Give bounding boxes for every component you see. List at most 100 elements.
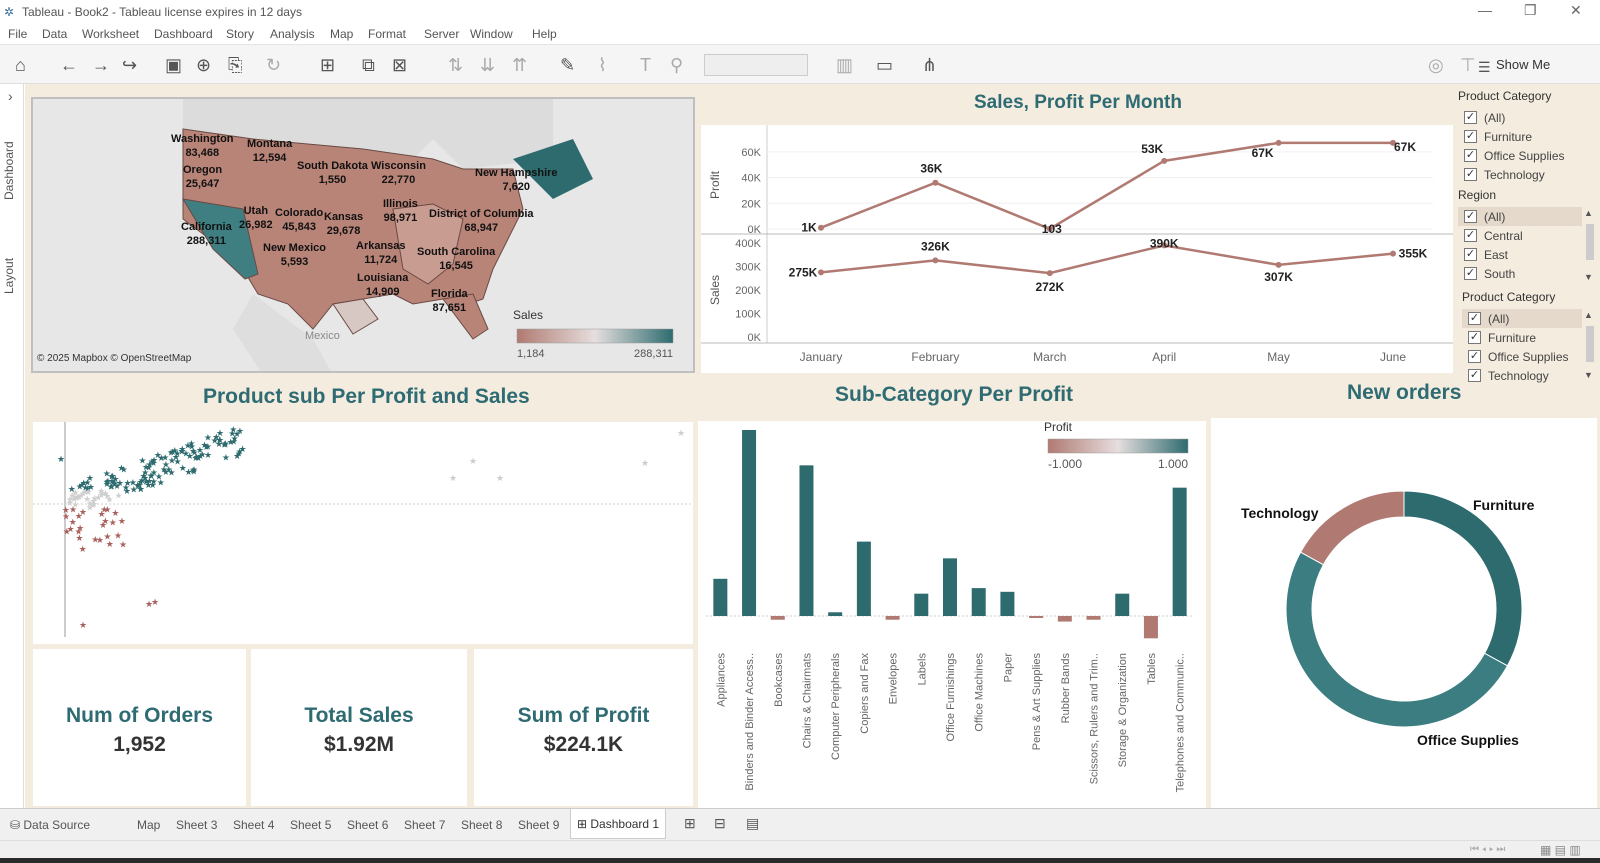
pin-icon[interactable]: ⚲ bbox=[670, 55, 683, 75]
filter-category2-office-supplies[interactable]: ✓ Office Supplies bbox=[1468, 348, 1582, 366]
menu-server[interactable]: Server bbox=[424, 27, 459, 41]
tab-map[interactable]: Map bbox=[137, 818, 160, 832]
map-legend-bar bbox=[516, 328, 674, 344]
text-icon[interactable]: T bbox=[640, 55, 651, 75]
restore-button[interactable]: ❐ bbox=[1524, 2, 1537, 19]
scroll-thumb[interactable] bbox=[1586, 224, 1594, 260]
new-story-icon[interactable]: ▤ bbox=[746, 815, 759, 832]
minimize-button[interactable]: — bbox=[1478, 2, 1492, 18]
collapse-icon[interactable]: › bbox=[8, 88, 13, 104]
profit-data-label: 103 bbox=[1042, 222, 1062, 236]
tab-data-source[interactable]: ⛁ Data Source bbox=[10, 818, 90, 832]
filter-category-furniture[interactable]: ✓ Furniture bbox=[1464, 128, 1592, 146]
sales-profit-chart[interactable]: 60K 40K 20K 0K Profit 1K 36K 103 53K 67K 67K 400K 30… bbox=[701, 125, 1453, 373]
checkbox-icon[interactable]: ✓ bbox=[1464, 210, 1477, 223]
dashboard-side-tab[interactable]: Dashboard bbox=[2, 141, 16, 200]
menu-file[interactable]: File bbox=[8, 27, 27, 41]
tab-sheet-8[interactable]: Sheet 8 bbox=[461, 818, 502, 832]
sort-desc-icon[interactable]: ⇈ bbox=[512, 55, 527, 75]
scroll-up-icon[interactable]: ▲ bbox=[1584, 310, 1593, 320]
checkbox-icon[interactable]: ✓ bbox=[1464, 149, 1477, 162]
fit-dropdown[interactable] bbox=[704, 54, 808, 76]
scatter-star-mark: ★ bbox=[188, 441, 196, 451]
subcat-chart[interactable]: Appliances Binders and Binder Access.. Boo… bbox=[698, 421, 1206, 808]
new-worksheet-icon[interactable]: ⊞ bbox=[684, 815, 696, 832]
filter-region-central[interactable]: ✓ Central bbox=[1464, 227, 1582, 245]
pen-icon[interactable]: ⊤ bbox=[1460, 55, 1476, 75]
highlight-icon[interactable]: ✎ bbox=[560, 55, 575, 75]
sales-data-label: 390K bbox=[1150, 236, 1179, 250]
tab-sheet-9[interactable]: Sheet 9 bbox=[518, 818, 559, 832]
scroll-thumb[interactable] bbox=[1586, 326, 1594, 362]
pause-icon[interactable]: ⎘ bbox=[228, 55, 242, 75]
filter-region-east[interactable]: ✓ East bbox=[1464, 246, 1582, 264]
close-button[interactable]: ✕ bbox=[1570, 2, 1582, 19]
share-icon[interactable]: ⋔ bbox=[922, 55, 937, 75]
filter-category-all[interactable]: ✓ (All) bbox=[1464, 109, 1592, 127]
tab-sheet-5[interactable]: Sheet 5 bbox=[290, 818, 331, 832]
checkbox-icon[interactable]: ✓ bbox=[1468, 331, 1481, 344]
scroll-down-icon[interactable]: ▼ bbox=[1584, 370, 1593, 380]
tab-sheet-3[interactable]: Sheet 3 bbox=[176, 818, 217, 832]
tab-sheet-7[interactable]: Sheet 7 bbox=[404, 818, 445, 832]
sales-map[interactable]: Mexico © 2025 Mapbox © OpenStreetMap Sal… bbox=[31, 97, 695, 373]
scatter-chart[interactable]: ★ ★ ★ ★ ★ ★ ★ ★ ★ ★ ★ ★ ★ ★ ★ ★ ★ ★ ★ ★ ★ ★ ★ ★ ★ ★ ★ ★ ★ ★ ★ ★ ★ ★ ★ ★ ★ ★ ★ ★… bbox=[33, 422, 693, 644]
view-toggle-icon[interactable]: ▦ ▤ ▥ bbox=[1540, 843, 1581, 857]
clear-icon[interactable]: ⊠ bbox=[392, 55, 407, 75]
checkbox-icon[interactable]: ✓ bbox=[1464, 229, 1477, 242]
filter-category-technology[interactable]: ✓ Technology bbox=[1464, 166, 1592, 184]
sort-asc-icon[interactable]: ⇊ bbox=[480, 55, 495, 75]
menu-format[interactable]: Format bbox=[368, 27, 406, 41]
scroll-up-icon[interactable]: ▲ bbox=[1584, 208, 1593, 218]
menu-worksheet[interactable]: Worksheet bbox=[82, 27, 139, 41]
scatter-star-mark: ★ bbox=[157, 477, 165, 487]
clip-icon[interactable]: ⌇ bbox=[598, 55, 607, 75]
tab-dashboard-1[interactable]: ⊞ Dashboard 1 bbox=[570, 809, 667, 839]
show-me-button[interactable]: Show Me bbox=[1496, 57, 1550, 72]
swap-icon[interactable]: ⇅ bbox=[448, 55, 463, 75]
new-dashboard-icon[interactable]: ⊟ bbox=[714, 815, 726, 832]
menu-window[interactable]: Window bbox=[470, 27, 513, 41]
nav-first-icon[interactable]: ⏮ ◂ ▸ ⏭ bbox=[1470, 844, 1505, 855]
checkbox-icon[interactable]: ✓ bbox=[1468, 369, 1481, 382]
filter-category2-title: Product Category bbox=[1462, 290, 1556, 304]
menu-dashboard[interactable]: Dashboard bbox=[154, 27, 213, 41]
layout-side-tab[interactable]: Layout bbox=[2, 258, 16, 294]
filter-region-south[interactable]: ✓ South bbox=[1464, 265, 1582, 283]
duplicate-icon[interactable]: ⧉ bbox=[362, 55, 375, 75]
home-icon[interactable]: ⌂ bbox=[15, 55, 26, 75]
filter-region-all[interactable]: ✓ (All) bbox=[1464, 208, 1582, 226]
scroll-down-icon[interactable]: ▼ bbox=[1584, 272, 1593, 282]
redo-icon[interactable]: ↪ bbox=[122, 55, 137, 75]
tableau-public-icon[interactable]: ◎ bbox=[1428, 55, 1444, 75]
checkbox-icon[interactable]: ✓ bbox=[1464, 248, 1477, 261]
filter-category2-all[interactable]: ✓ (All) bbox=[1468, 310, 1582, 328]
filter-category-office-supplies[interactable]: ✓ Office Supplies bbox=[1464, 147, 1592, 165]
save-icon[interactable]: ▣ bbox=[165, 55, 182, 75]
menu-data[interactable]: Data bbox=[42, 27, 67, 41]
checkbox-icon[interactable]: ✓ bbox=[1464, 168, 1477, 181]
tab-sheet-6[interactable]: Sheet 6 bbox=[347, 818, 388, 832]
checkbox-icon[interactable]: ✓ bbox=[1468, 350, 1481, 363]
filter-region-scrollbar[interactable]: ▲ ▼ bbox=[1584, 208, 1596, 284]
checkbox-icon[interactable]: ✓ bbox=[1464, 130, 1477, 143]
menu-map[interactable]: Map bbox=[330, 27, 353, 41]
menu-story[interactable]: Story bbox=[226, 27, 254, 41]
filter-category2-furniture[interactable]: ✓ Furniture bbox=[1468, 329, 1582, 347]
new-sheet-icon[interactable]: ⊞ bbox=[320, 55, 335, 75]
back-icon[interactable]: ← bbox=[60, 55, 78, 75]
forward-icon[interactable]: → bbox=[92, 55, 110, 75]
filter-category2-scrollbar[interactable]: ▲ ▼ bbox=[1584, 310, 1596, 386]
filter-category2-technology[interactable]: ✓ Technology bbox=[1468, 367, 1582, 385]
new-datasource-icon[interactable]: ⊕ bbox=[196, 55, 211, 75]
menu-help[interactable]: Help bbox=[532, 27, 557, 41]
refresh-icon[interactable]: ↻ bbox=[266, 55, 281, 75]
checkbox-icon[interactable]: ✓ bbox=[1464, 111, 1477, 124]
menu-analysis[interactable]: Analysis bbox=[270, 27, 315, 41]
tab-sheet-4[interactable]: Sheet 4 bbox=[233, 818, 274, 832]
presentation-icon[interactable]: ▭ bbox=[876, 55, 893, 75]
fit-icon[interactable]: ▥ bbox=[836, 55, 853, 75]
checkbox-icon[interactable]: ✓ bbox=[1468, 312, 1481, 325]
donut-chart[interactable]: Technology Furniture Office Supplies bbox=[1211, 418, 1597, 808]
checkbox-icon[interactable]: ✓ bbox=[1464, 267, 1477, 280]
